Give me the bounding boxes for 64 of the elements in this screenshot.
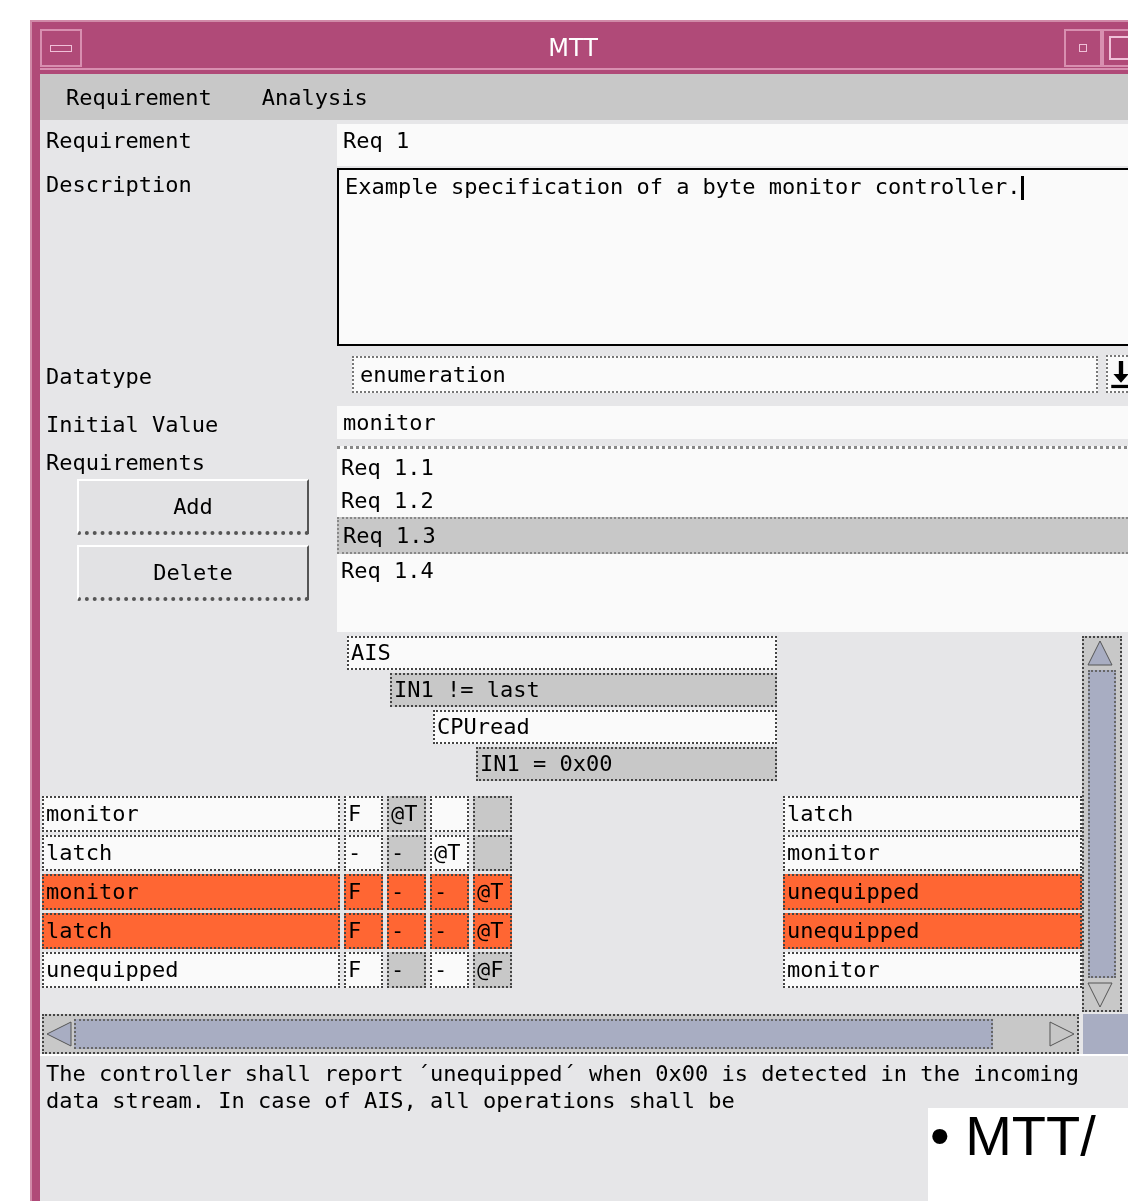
state-cell: monitor (42, 796, 340, 832)
field-label: Requirement (45, 127, 193, 155)
table-cell: - (430, 952, 469, 988)
state-cell: latch (42, 913, 340, 949)
field-label: Requirements (45, 449, 206, 475)
scroll-thumb[interactable] (1088, 670, 1116, 978)
state-cell: unequipped (42, 952, 340, 988)
table-cell: F (344, 796, 383, 832)
condition-cell: CPUread (433, 710, 777, 744)
table-cell: - (387, 952, 426, 988)
field-label: Datatype (45, 362, 153, 389)
table-cell: F (344, 952, 383, 988)
list-item[interactable]: Req 1.4 (337, 554, 1128, 587)
scroll-right-icon[interactable] (1047, 1019, 1077, 1049)
scroll-down-icon[interactable] (1084, 980, 1116, 1010)
table-cell: @F (473, 952, 512, 988)
state-cell: latch (42, 835, 340, 871)
table-cell: F (344, 913, 383, 949)
table-cell: - (387, 913, 426, 949)
table-cell: - (430, 874, 469, 910)
result-cell: unequipped (783, 913, 1082, 949)
table-cell: - (387, 835, 426, 871)
minimize-button[interactable] (1064, 29, 1102, 67)
horizontal-scrollbar[interactable] (42, 1014, 1079, 1054)
field-label: Initial Value (45, 410, 220, 437)
result-cell: latch (783, 796, 1082, 832)
slide-bullet: • MTT/ (928, 1108, 1128, 1201)
table-cell: @T (473, 874, 512, 910)
action-button[interactable]: Add (77, 479, 309, 535)
requirement-field[interactable]: Req 1 (337, 124, 1128, 166)
list-item[interactable]: Req 1.1 (337, 451, 1128, 484)
table-cell: - (430, 913, 469, 949)
table-cell: @T (387, 796, 426, 832)
table-cell: @T (430, 835, 469, 871)
table-cell: F (344, 874, 383, 910)
action-button[interactable]: Delete (77, 545, 309, 601)
table-cell: - (344, 835, 383, 871)
scroll-up-icon[interactable] (1084, 638, 1116, 668)
field-label: Description (45, 171, 193, 199)
vertical-scrollbar[interactable] (1082, 636, 1122, 1012)
condition-cell: IN1 = 0x00 (476, 747, 777, 781)
list-item[interactable]: Req 1.2 (337, 484, 1128, 517)
menu-item[interactable]: Analysis (261, 84, 368, 110)
condition-cell: AIS (347, 636, 777, 670)
condition-cell: IN1 != last (390, 673, 777, 707)
window-menu-button[interactable] (40, 29, 82, 67)
datatype-field[interactable]: enumeration (352, 355, 1098, 393)
result-cell: unequipped (783, 874, 1082, 910)
scroll-thumb[interactable] (74, 1019, 993, 1049)
initial-value-field[interactable]: monitor (337, 405, 1128, 439)
menu-item[interactable]: Requirement (66, 84, 212, 110)
description-field[interactable]: Example specification of a byte monitor controller. (337, 168, 1128, 346)
result-cell: monitor (783, 835, 1082, 871)
scrollbar-corner (1083, 1014, 1128, 1054)
table-cell (430, 796, 469, 832)
table-cell (473, 796, 512, 832)
result-cell: monitor (783, 952, 1082, 988)
table-cell: - (387, 874, 426, 910)
list-item[interactable]: Req 1.3 (337, 517, 1128, 554)
window-title: MTT (547, 34, 599, 62)
state-cell: monitor (42, 874, 340, 910)
table-cell: @T (473, 913, 512, 949)
scroll-left-icon[interactable] (44, 1019, 74, 1049)
table-cell (473, 835, 512, 871)
